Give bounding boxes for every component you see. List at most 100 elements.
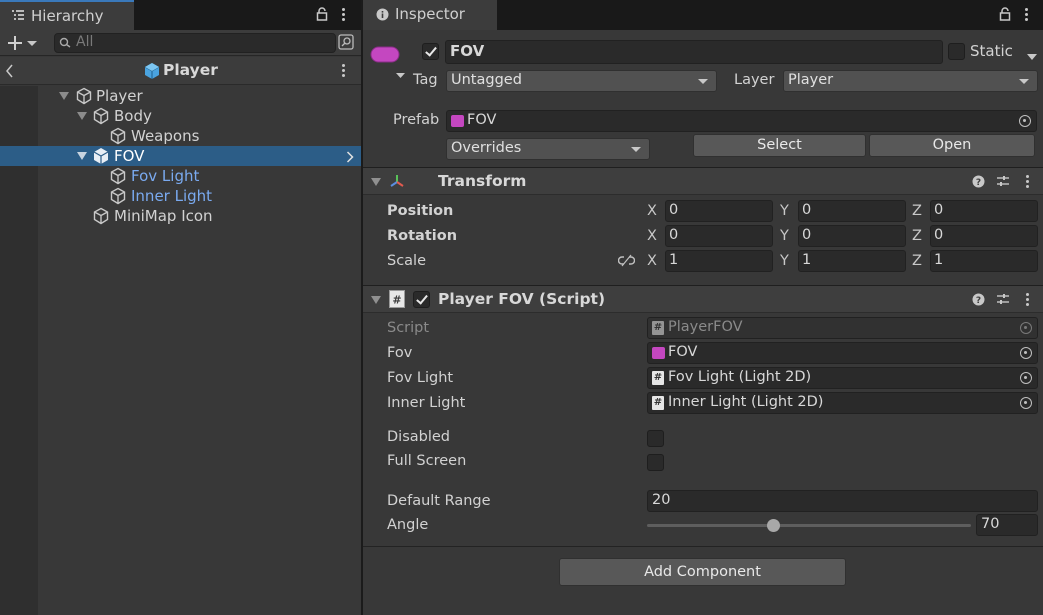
prefab-asset-icon: [451, 115, 464, 127]
presets-icon[interactable]: [996, 175, 1010, 192]
component-enabled-checkbox[interactable]: [413, 291, 430, 308]
transform-title: Transform: [438, 172, 527, 190]
angle-slider-track: [647, 524, 971, 527]
collapse-arrow-icon[interactable]: [371, 178, 381, 186]
add-object-button[interactable]: [6, 33, 40, 53]
field-value: 0: [669, 227, 679, 243]
angle-value-field[interactable]: 70: [976, 514, 1038, 536]
hierarchy-item-label: Body: [114, 107, 152, 125]
player-fov-script-header[interactable]: # Player FOV (Script) ?: [363, 285, 1043, 313]
expand-arrow-icon[interactable]: [77, 152, 87, 160]
add-component-label: Add Component: [644, 564, 761, 580]
tag-value: Untagged: [451, 72, 522, 88]
object-picker-icon[interactable]: [1019, 115, 1031, 127]
axis-x-label: X: [647, 203, 657, 219]
full-screen-checkbox[interactable]: [647, 454, 664, 471]
layer-value: Player: [788, 72, 834, 88]
hierarchy-item-body[interactable]: Body: [0, 106, 361, 126]
chevron-right-icon[interactable]: [346, 151, 354, 167]
hierarchy-item-inner-light[interactable]: Inner Light: [0, 186, 361, 206]
inspector-tab[interactable]: Inspector: [363, 0, 497, 30]
object-picker-icon[interactable]: [1020, 397, 1032, 409]
hierarchy-item-label: FOV: [114, 147, 145, 165]
hierarchy-item-minimap-icon[interactable]: MiniMap Icon: [0, 206, 361, 226]
default-range-field[interactable]: 20: [647, 490, 1038, 512]
position-z-field[interactable]: 0: [930, 200, 1038, 222]
svg-text:?: ?: [976, 178, 981, 188]
fov-light-field[interactable]: # Fov Light (Light 2D): [647, 367, 1038, 389]
hierarchy-item-fov-light[interactable]: Fov Light: [0, 166, 361, 186]
prefab-cube-icon: [143, 62, 161, 84]
tag-dropdown[interactable]: Untagged: [446, 70, 717, 92]
rotation-z-field[interactable]: 0: [930, 225, 1038, 247]
prefab-label: Prefab: [393, 112, 440, 128]
axis-x-label: X: [647, 228, 657, 244]
lock-icon[interactable]: [999, 7, 1011, 25]
presets-icon[interactable]: [996, 293, 1010, 310]
position-y-field[interactable]: 0: [798, 200, 906, 222]
axis-y-label: Y: [780, 203, 789, 219]
open-button-label: Open: [932, 137, 972, 153]
inspector-panel: Inspector FOV Static Tag Untagged Layer …: [363, 0, 1043, 615]
scale-z-field[interactable]: 1: [930, 250, 1038, 272]
hierarchy-tab[interactable]: Hierarchy: [0, 0, 134, 30]
object-picker-icon[interactable]: [1020, 347, 1032, 359]
component-menu-icon[interactable]: [1026, 293, 1030, 307]
inspector-menu-icon[interactable]: [1025, 8, 1029, 22]
tag-label: Tag: [413, 72, 438, 88]
script-value: PlayerFOV: [668, 319, 743, 335]
disabled-checkbox[interactable]: [647, 430, 664, 447]
position-x-field[interactable]: 0: [665, 200, 773, 222]
expand-arrow-icon[interactable]: [59, 92, 69, 100]
hierarchy-menu-icon[interactable]: [342, 8, 346, 22]
hierarchy-item-player[interactable]: Player: [0, 86, 361, 106]
static-checkbox[interactable]: [948, 43, 965, 60]
hierarchy-item-fov[interactable]: FOV: [0, 146, 361, 166]
svg-text:#: #: [392, 294, 401, 307]
hierarchy-item-weapons[interactable]: Weapons: [0, 126, 361, 146]
layer-label: Layer: [734, 72, 775, 88]
scene-menu-icon[interactable]: [342, 64, 346, 78]
constrain-proportions-icon[interactable]: [617, 254, 636, 271]
object-name-field[interactable]: FOV: [445, 40, 943, 64]
field-value: 0: [669, 202, 679, 218]
chevron-down-icon: [1019, 79, 1029, 84]
scale-x-field[interactable]: 1: [665, 250, 773, 272]
angle-label: Angle: [387, 517, 429, 533]
add-component-button[interactable]: Add Component: [559, 558, 846, 586]
open-button[interactable]: Open: [869, 134, 1035, 157]
gameobject-icon-picker[interactable]: [370, 46, 400, 68]
angle-slider-thumb[interactable]: [767, 519, 780, 532]
collapse-arrow-icon[interactable]: [371, 296, 381, 304]
scale-y-field[interactable]: 1: [798, 250, 906, 272]
default-range-value: 20: [652, 492, 671, 508]
component-menu-icon[interactable]: [1026, 175, 1030, 189]
scene-search-icon[interactable]: [338, 34, 354, 54]
angle-slider[interactable]: [647, 516, 971, 536]
hierarchy-search-input[interactable]: All: [54, 33, 336, 53]
object-picker-icon[interactable]: [1020, 372, 1032, 384]
overrides-dropdown[interactable]: Overrides: [446, 138, 650, 160]
transform-header[interactable]: Transform ?: [363, 167, 1043, 195]
expand-arrow-icon[interactable]: [77, 112, 87, 120]
prefab-asset-field[interactable]: FOV: [446, 110, 1037, 132]
back-arrow-icon[interactable]: [5, 64, 15, 82]
select-button[interactable]: Select: [693, 134, 866, 157]
axis-y-label: Y: [780, 253, 789, 269]
field-value: 1: [934, 252, 944, 268]
rotation-x-field[interactable]: 0: [665, 225, 773, 247]
chevron-down-icon[interactable]: [396, 67, 405, 83]
fov-field[interactable]: FOV: [647, 342, 1038, 364]
info-icon: [376, 8, 389, 25]
layer-dropdown[interactable]: Player: [783, 70, 1038, 92]
help-icon[interactable]: ?: [972, 293, 985, 310]
full-screen-label: Full Screen: [387, 453, 467, 469]
object-picker-icon: [1020, 322, 1032, 334]
lock-icon[interactable]: [316, 7, 328, 25]
rotation-y-field[interactable]: 0: [798, 225, 906, 247]
object-name-value: FOV: [450, 42, 485, 60]
inner-light-field[interactable]: # Inner Light (Light 2D): [647, 392, 1038, 414]
active-checkbox[interactable]: [422, 43, 439, 60]
help-icon[interactable]: ?: [972, 175, 985, 192]
static-dropdown-arrow[interactable]: [1027, 48, 1037, 64]
